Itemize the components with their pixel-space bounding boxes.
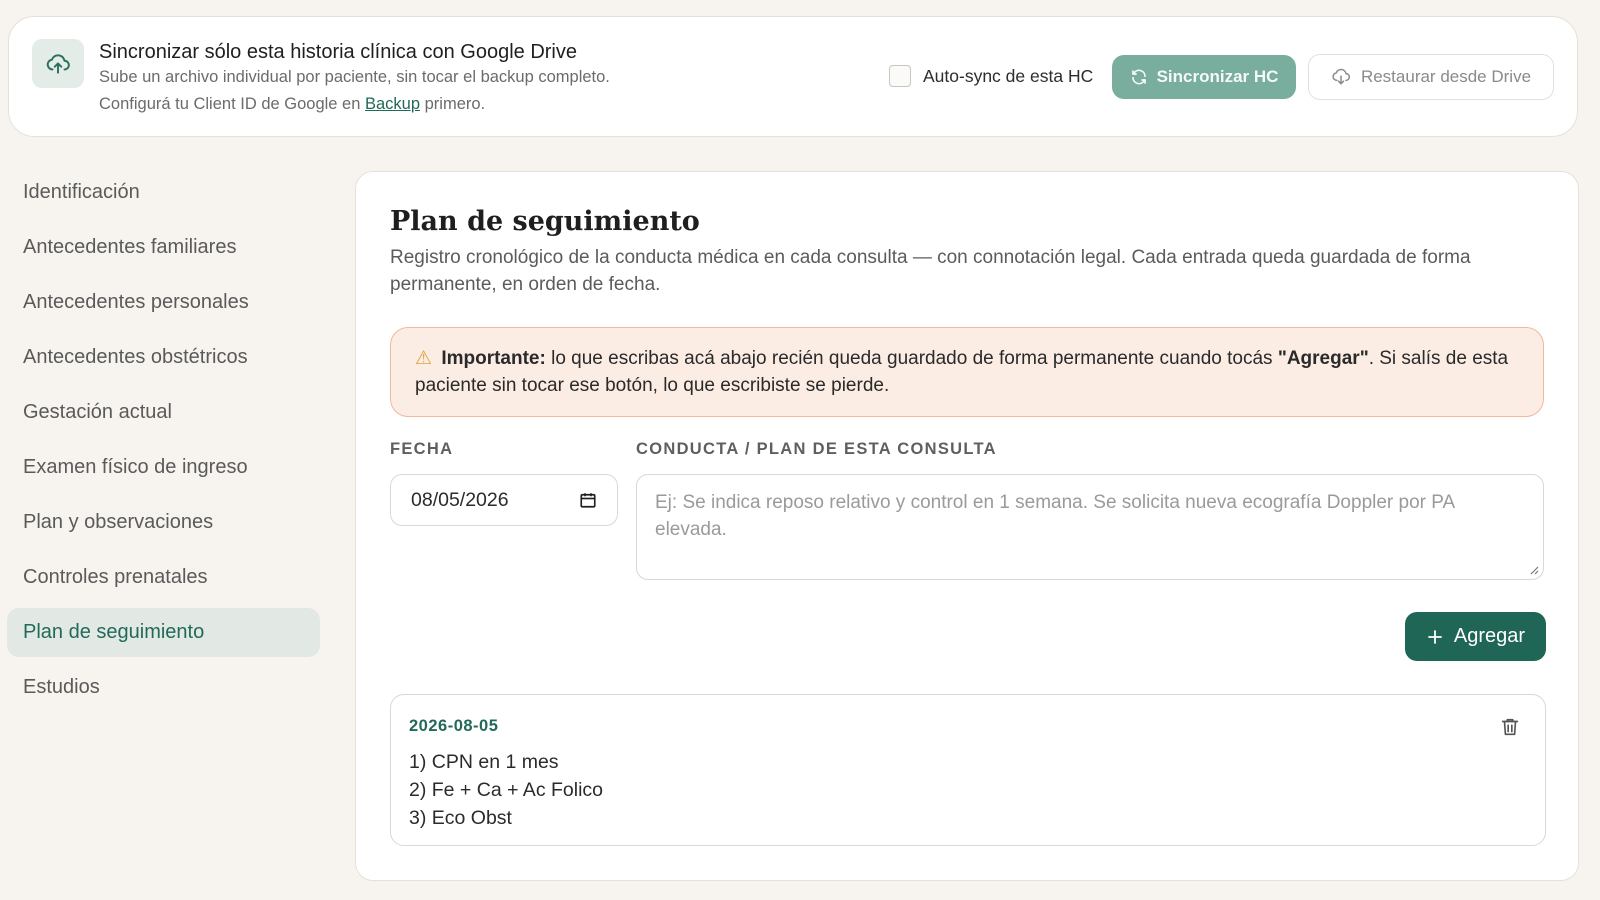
conduct-label: Conducta / plan de esta consulta [636, 440, 997, 458]
important-alert: ⚠ Importante: lo que escribas acá abajo … [390, 327, 1544, 417]
sidebar-item-identificacion[interactable]: Identificación [7, 168, 320, 217]
plan-seguimiento-card: Plan de seguimiento Registro cronológico… [355, 171, 1579, 881]
plan-entry: 2026-08-05 1) CPN en 1 mes 2) Fe + Ca + … [390, 694, 1546, 846]
sync-subtitle: Sube un archivo individual por paciente,… [99, 68, 610, 86]
sync-hc-button[interactable]: Sincronizar HC [1112, 55, 1296, 99]
date-value: 08/05/2026 [411, 488, 509, 511]
entry-date: 2026-08-05 [409, 717, 499, 735]
alert-strong-agregar: "Agregar" [1277, 348, 1369, 369]
restore-drive-label: Restaurar desde Drive [1360, 67, 1532, 86]
sync-hc-label: Sincronizar HC [1156, 67, 1279, 86]
entry-line: 2) Fe + Ca + Ac Folico [409, 779, 604, 801]
page-description: Registro cronológico de la conducta médi… [390, 247, 1471, 295]
date-field[interactable]: 08/05/2026 [390, 474, 618, 526]
sync-note: Configurá tu Client ID de Google en Back… [99, 95, 485, 114]
sidebar-item-examen-fisico[interactable]: Examen físico de ingreso [7, 443, 320, 492]
entry-line: 1) CPN en 1 mes [409, 751, 559, 773]
autosync-toggle[interactable]: Auto-sync de esta HC [889, 65, 1093, 87]
sidebar-item-label: Plan y observaciones [23, 511, 214, 533]
alert-strong: Importante: [441, 348, 546, 369]
refresh-icon [1131, 69, 1146, 85]
resize-handle-icon[interactable] [1529, 565, 1539, 575]
sync-note-suffix: primero. [420, 95, 486, 113]
add-entry-button[interactable]: Agregar [1405, 612, 1546, 661]
sidebar-item-label: Antecedentes obstétricos [23, 346, 248, 368]
calendar-icon[interactable] [579, 491, 597, 509]
sidebar-item-antecedentes-personales[interactable]: Antecedentes personales [7, 278, 320, 327]
page-title: Plan de seguimiento [390, 206, 700, 237]
sync-note-prefix: Configurá tu Client ID de Google en [99, 95, 365, 113]
sidebar-item-antecedentes-obstetricos[interactable]: Antecedentes obstétricos [7, 333, 320, 382]
trash-icon[interactable] [1499, 715, 1521, 739]
sidebar-item-label: Estudios [23, 676, 100, 698]
cloud-upload-icon [32, 39, 84, 88]
plus-icon [1428, 629, 1442, 644]
autosync-checkbox[interactable] [889, 65, 911, 87]
sidebar-item-antecedentes-familiares[interactable]: Antecedentes familiares [7, 223, 320, 272]
sidebar-item-label: Antecedentes familiares [23, 236, 237, 258]
add-entry-label: Agregar [1453, 625, 1526, 647]
sidebar-item-label: Identificación [23, 181, 140, 203]
sidebar-item-plan-observaciones[interactable]: Plan y observaciones [7, 498, 320, 547]
sidebar-item-controles-prenatales[interactable]: Controles prenatales [7, 553, 320, 602]
autosync-label: Auto-sync de esta HC [923, 65, 1094, 86]
conduct-placeholder: Ej: Se indica reposo relativo y control … [655, 492, 1455, 540]
sidebar-item-label: Gestación actual [23, 401, 172, 423]
restore-drive-button[interactable]: Restaurar desde Drive [1308, 54, 1554, 100]
sidebar-item-label: Plan de seguimiento [23, 621, 205, 643]
cloud-download-icon [1332, 68, 1350, 85]
date-label: Fecha [390, 440, 454, 458]
entry-line: 3) Eco Obst [409, 807, 512, 829]
sync-title: Sincronizar sólo esta historia clínica c… [99, 41, 577, 63]
sidebar-item-label: Antecedentes personales [23, 291, 249, 313]
alert-text-a: lo que escribas acá abajo recién queda g… [545, 348, 1278, 369]
backup-link[interactable]: Backup [365, 95, 420, 113]
sidebar-item-plan-seguimiento[interactable]: Plan de seguimiento [7, 608, 320, 657]
entry-content: 1) CPN en 1 mes 2) Fe + Ca + Ac Folico 3… [409, 748, 603, 832]
sidebar-item-gestacion-actual[interactable]: Gestación actual [7, 388, 320, 437]
sidebar-item-estudios[interactable]: Estudios [7, 663, 320, 712]
section-sidebar: Identificación Antecedentes familiares A… [7, 168, 320, 718]
warning-icon: ⚠ [415, 348, 433, 369]
drive-sync-card: Sincronizar sólo esta historia clínica c… [8, 16, 1578, 137]
conduct-textarea[interactable]: Ej: Se indica reposo relativo y control … [636, 474, 1544, 580]
sidebar-item-label: Controles prenatales [23, 566, 208, 588]
sidebar-item-label: Examen físico de ingreso [23, 456, 248, 478]
